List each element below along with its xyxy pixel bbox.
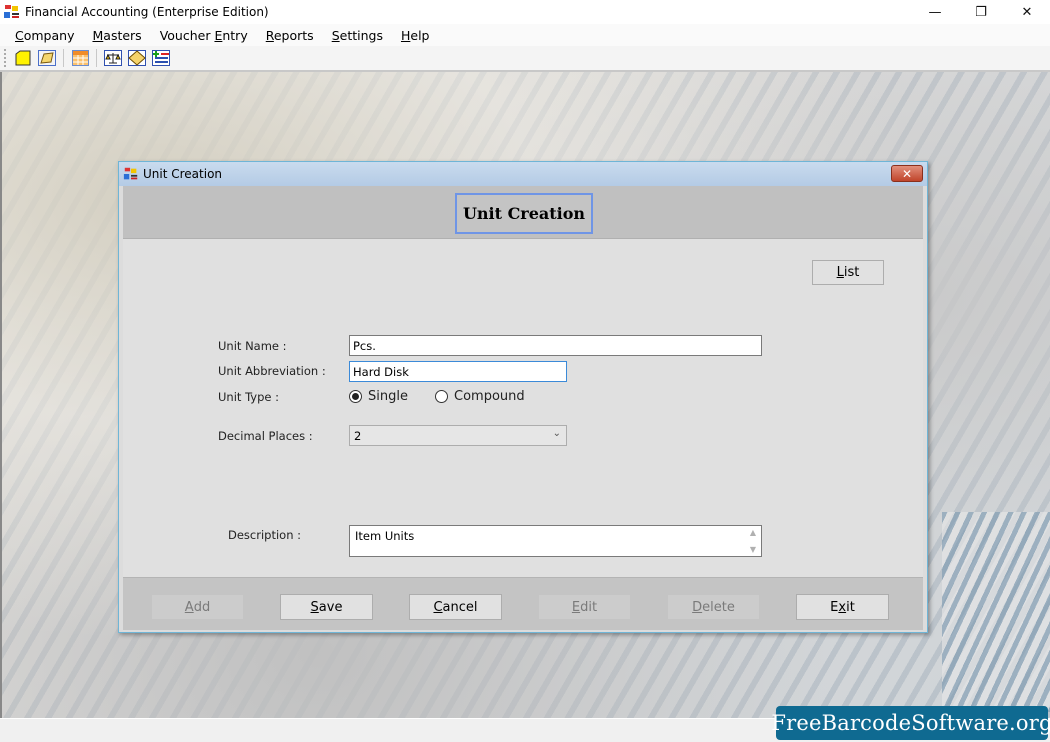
menu-label-post: elp (410, 27, 430, 43)
minimize-icon: — (928, 4, 942, 20)
toolbar (0, 46, 1050, 72)
watermark-badge: FreeBarcodeSoftware.org (771, 706, 1050, 740)
toolbar-separator (63, 49, 64, 67)
button-mnemonic: S (310, 599, 319, 615)
menu-bar: Company Masters Voucher Entry Reports Se… (0, 24, 1050, 46)
edit-button[interactable]: Edit (538, 594, 631, 620)
window-title-bar: Financial Accounting (Enterprise Edition… (0, 0, 1050, 24)
radio-label: Single (368, 389, 408, 404)
button-label: ist (843, 265, 860, 280)
button-mnemonic: E (571, 599, 581, 615)
unit-type-single-radio[interactable]: Single (349, 389, 408, 404)
menu-mnemonic: C (15, 27, 24, 43)
action-button-bar: Add Save Cancel Edit Delete Ex it (123, 577, 923, 630)
grid-table-icon (71, 50, 89, 66)
description-label: Description : (228, 528, 302, 542)
menu-label-pre: Voucher (159, 27, 215, 43)
button-mnemonic: L (836, 265, 844, 280)
close-icon: ✕ (1021, 4, 1033, 20)
unit-abbreviation-input[interactable]: Hard Disk (349, 361, 567, 382)
cancel-button[interactable]: Cancel (409, 594, 502, 620)
window-title: Financial Accounting (Enterprise Edition… (25, 5, 269, 19)
delete-button[interactable]: Delete (667, 594, 760, 620)
button-label: dit (580, 599, 598, 615)
minimize-button[interactable]: — (912, 0, 958, 24)
add-voucher-button[interactable] (151, 48, 171, 68)
dialog-title-bar[interactable]: Unit Creation ✕ (119, 162, 927, 186)
balance-scale-icon (104, 50, 122, 66)
menu-label-post: asters (103, 27, 142, 43)
button-mnemonic: C (433, 599, 443, 615)
menu-reports[interactable]: Reports (257, 28, 323, 43)
add-voucher-icon (152, 50, 170, 66)
restore-button[interactable]: ❐ (958, 0, 1004, 24)
button-mnemonic: A (184, 599, 194, 615)
button-label: elete (702, 599, 735, 615)
close-icon: ✕ (901, 166, 913, 181)
description-textarea[interactable]: Item Units ▲ ▼ (349, 525, 762, 557)
menu-label-post: eports (273, 27, 314, 43)
toolbar-separator (96, 49, 97, 67)
add-button[interactable]: Add (151, 594, 244, 620)
dialog-app-icon (123, 166, 139, 182)
decimal-places-select[interactable]: 2 ⌄ (349, 425, 567, 446)
app-logo-icon (3, 3, 21, 21)
button-mnemonic: x (838, 599, 847, 615)
unit-name-label: Unit Name : (218, 339, 287, 353)
description-scrollbar[interactable]: ▲ ▼ (745, 526, 761, 556)
decimal-places-label: Decimal Places : (218, 429, 313, 443)
unit-name-input[interactable]: Pcs. (349, 335, 762, 356)
chevron-down-icon: ⌄ (552, 428, 561, 439)
dialog-title: Unit Creation (143, 167, 223, 181)
close-button[interactable]: ✕ (1004, 0, 1050, 24)
save-button[interactable]: Save (280, 594, 373, 620)
menu-label-post: ettings (339, 27, 383, 43)
button-label: ave (318, 599, 343, 615)
list-button[interactable]: List (812, 260, 884, 285)
menu-mnemonic: R (265, 27, 274, 43)
new-company-icon (15, 50, 31, 66)
open-company-button[interactable] (37, 48, 57, 68)
toolbar-grip[interactable] (4, 49, 7, 67)
description-value: Item Units (355, 529, 415, 543)
ledger-button[interactable] (127, 48, 147, 68)
dialog-body: Unit Creation List Unit Name : Pcs. Unit… (123, 186, 923, 630)
unit-abbreviation-label: Unit Abbreviation : (218, 364, 326, 378)
exit-button[interactable]: Ex it (796, 594, 889, 620)
table-button[interactable] (70, 48, 90, 68)
menu-label-post: ompany (23, 27, 75, 43)
header-band: Unit Creation (123, 186, 923, 239)
menu-mnemonic: S (331, 27, 340, 43)
select-value: 2 (354, 428, 362, 443)
restore-icon: ❐ (975, 4, 987, 20)
button-label-pre: E (830, 599, 839, 615)
new-company-button[interactable] (13, 48, 33, 68)
scroll-up-icon: ▲ (749, 528, 757, 537)
unit-type-compound-radio[interactable]: Compound (435, 389, 525, 404)
unit-type-label: Unit Type : (218, 390, 280, 404)
menu-masters[interactable]: Masters (83, 28, 150, 43)
radio-selected-icon (349, 390, 362, 403)
menu-mnemonic: M (92, 27, 104, 43)
background-decoration (942, 512, 1050, 712)
balance-sheet-button[interactable] (103, 48, 123, 68)
ledger-icon (128, 50, 146, 66)
open-company-icon (38, 50, 56, 66)
button-label: ancel (442, 599, 478, 615)
dialog-close-button[interactable]: ✕ (891, 165, 923, 182)
menu-help[interactable]: Help (392, 28, 439, 43)
menu-mnemonic: H (400, 27, 411, 43)
radio-label: Compound (454, 389, 525, 404)
scroll-down-icon: ▼ (749, 545, 757, 554)
menu-company[interactable]: Company (6, 28, 83, 43)
menu-settings[interactable]: Settings (323, 28, 392, 43)
menu-label-post: ntry (222, 27, 248, 43)
button-label: it (846, 599, 855, 615)
unit-creation-dialog: Unit Creation ✕ Unit Creation List Unit … (118, 161, 928, 633)
button-label: dd (193, 599, 211, 615)
menu-voucher-entry[interactable]: Voucher Entry (151, 28, 257, 43)
form-heading: Unit Creation (455, 193, 593, 234)
radio-unselected-icon (435, 390, 448, 403)
button-mnemonic: D (692, 599, 703, 615)
